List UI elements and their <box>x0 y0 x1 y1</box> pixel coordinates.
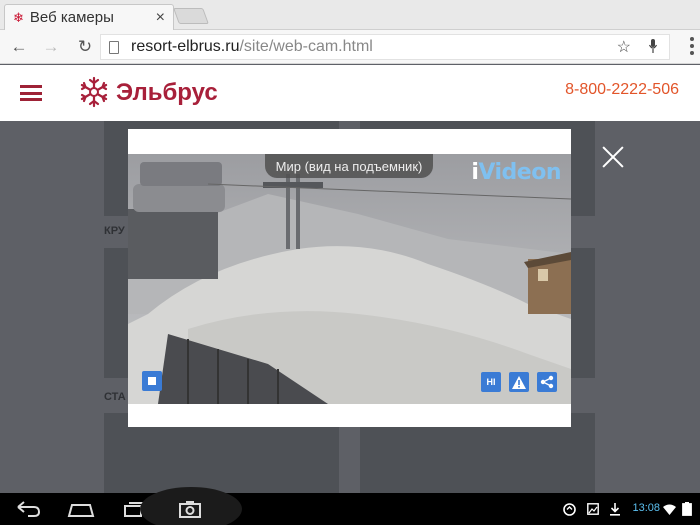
webcam-scene <box>128 154 571 404</box>
microphone-icon[interactable] <box>649 39 657 53</box>
camera-title: Мир (вид на подъемник) <box>265 154 433 178</box>
sync-icon <box>562 502 576 516</box>
webcam-video[interactable]: Мир (вид на подъемник) iVideon HI <box>128 154 571 404</box>
battery-icon <box>680 502 694 516</box>
close-modal-icon[interactable] <box>599 143 627 171</box>
section-label: КРУ <box>104 225 125 237</box>
section-label: СТА <box>104 391 126 403</box>
url-path: /site/web-cam.html <box>239 38 373 55</box>
bookmark-star-icon[interactable]: ☆ <box>617 37 631 57</box>
stop-icon[interactable] <box>142 371 162 391</box>
reload-icon[interactable]: ↻ <box>74 36 96 58</box>
wifi-icon <box>662 502 676 516</box>
hamburger-menu-icon[interactable] <box>20 85 42 101</box>
download-icon <box>608 502 622 516</box>
new-tab-button[interactable] <box>173 8 209 24</box>
ivideon-logo: iVideon <box>471 160 561 185</box>
share-icon[interactable] <box>537 372 557 392</box>
quality-hi-button[interactable]: HI <box>481 372 501 392</box>
snowflake-logo-icon[interactable] <box>78 76 110 108</box>
url-host: resort-elbrus.ru <box>131 38 240 55</box>
browser-toolbar: ← → ↻ resort-elbrus.ru/site/web-cam.html… <box>0 30 700 64</box>
system-clock: 13:08 <box>632 502 660 514</box>
address-bar[interactable]: resort-elbrus.ru/site/web-cam.html ☆ <box>100 34 670 60</box>
screen: ❄ Веб камеры × ← → ↻ resort-elbrus.ru/si… <box>0 0 700 525</box>
screenshot-icon[interactable] <box>178 499 202 519</box>
back-arrow-icon[interactable]: ← <box>8 36 30 58</box>
phone-number[interactable]: 8-800-2222-506 <box>565 81 679 99</box>
forward-arrow-icon[interactable]: → <box>40 36 62 58</box>
site-header: Эльбрус 8-800-2222-506 <box>0 65 700 121</box>
overflow-menu-icon[interactable] <box>690 37 694 57</box>
webcam-modal: Мир (вид на подъемник) iVideon HI <box>128 129 571 427</box>
site-logo-text[interactable]: Эльбрус <box>116 79 218 107</box>
snowflake-favicon-icon: ❄ <box>13 10 24 25</box>
close-tab-icon[interactable]: × <box>156 9 165 27</box>
back-icon[interactable] <box>14 499 42 519</box>
tab-web-cameras[interactable]: ❄ Веб камеры × <box>4 4 174 30</box>
tab-strip: ❄ Веб камеры × <box>0 0 700 30</box>
tab-title: Веб камеры <box>29 9 114 26</box>
page-icon <box>109 40 119 54</box>
home-icon[interactable] <box>66 499 96 519</box>
image-icon <box>586 502 600 516</box>
system-navigation-bar: 13:08 <box>0 487 700 525</box>
warning-icon[interactable] <box>509 372 529 392</box>
